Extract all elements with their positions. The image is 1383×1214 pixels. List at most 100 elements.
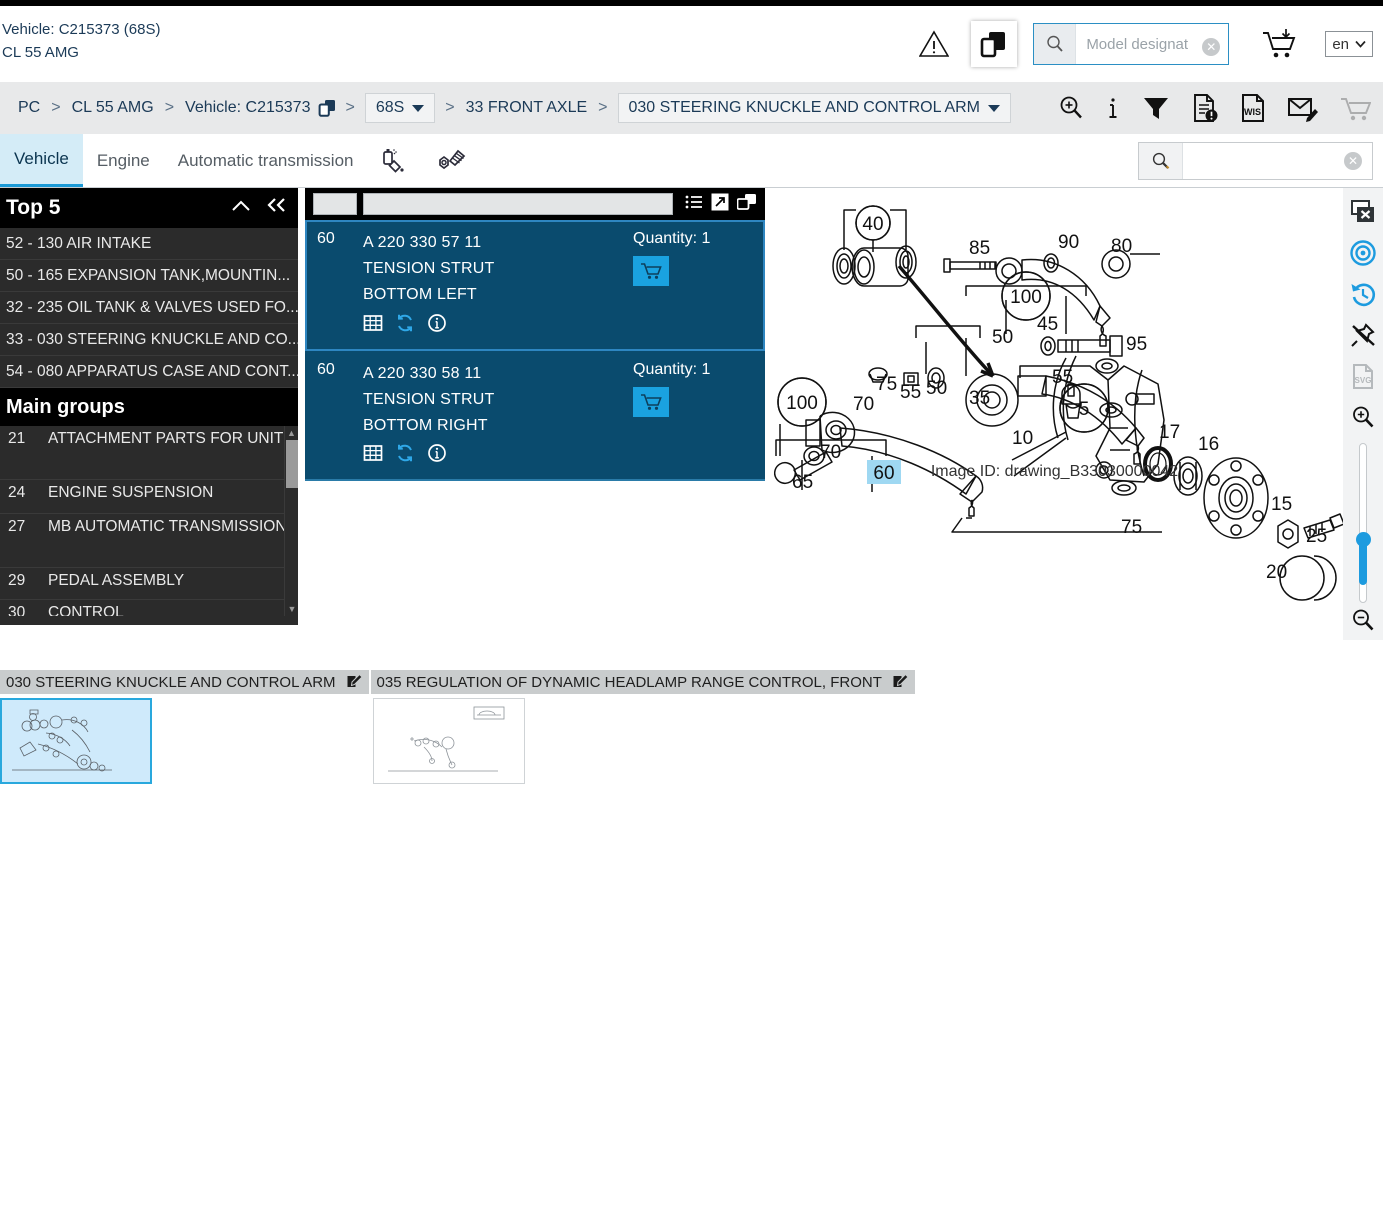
parts-search-field[interactable]: ✕ [1138, 141, 1373, 180]
tab-engine[interactable]: Engine [83, 134, 164, 187]
refresh-supersession-icon[interactable] [395, 313, 415, 337]
chevron-up-icon[interactable] [230, 196, 252, 220]
top5-item-1[interactable]: 52 - 130 AIR INTAKE [0, 228, 298, 260]
duplicate-window-icon[interactable] [736, 193, 757, 215]
shopping-cart-icon[interactable] [1339, 94, 1371, 122]
breadcrumb-dropdown-subgroup[interactable]: 030 STEERING KNUCKLE AND CONTROL ARM [617, 93, 1011, 123]
zoom-slider-handle[interactable] [1356, 532, 1371, 548]
unpin-icon[interactable] [1343, 315, 1383, 356]
callout-70-b: 70 [820, 442, 841, 463]
main-groups-scrollbar[interactable]: ▲ ▼ [284, 426, 298, 616]
breadcrumb-dropdown-model-code[interactable]: 68S [364, 93, 436, 123]
breadcrumb-separator: > [445, 99, 455, 116]
bolt-nut-icon[interactable] [422, 147, 480, 175]
document-alert-icon[interactable] [1191, 93, 1219, 123]
scroll-down-arrow-icon[interactable]: ▼ [285, 602, 298, 616]
vehicle-id-line: Vehicle: C215373 (68S) [2, 21, 161, 38]
refresh-supersession-icon[interactable] [395, 443, 415, 467]
top5-item-4[interactable]: 33 - 030 STEERING KNUCKLE AND CO... [0, 324, 298, 356]
target-focus-icon[interactable] [1343, 233, 1383, 274]
double-chevron-left-icon[interactable] [264, 196, 288, 220]
callout-85: 85 [969, 238, 990, 259]
thumbnail-caption[interactable]: 030 STEERING KNUCKLE AND CONTROL ARM [0, 670, 369, 694]
table-grid-icon[interactable] [363, 443, 383, 467]
zoom-slider[interactable] [1356, 443, 1371, 604]
model-search-input-wrapper[interactable]: Model designat ✕ [1076, 36, 1228, 56]
part-detail: BOTTOM LEFT [363, 285, 477, 303]
copy-icon[interactable] [318, 98, 338, 118]
main-group-item-30[interactable]: 30 CONTROL [0, 600, 298, 616]
edit-note-icon[interactable] [346, 672, 363, 693]
callout-55-mid: 55 [1052, 367, 1073, 388]
parts-list-row[interactable]: 60 A 220 330 58 11 TENSION STRUT BOTTOM … [305, 350, 765, 482]
parts-list-header [305, 188, 765, 220]
edit-note-icon[interactable] [892, 672, 909, 693]
callout-15: 15 [1271, 494, 1292, 515]
wis-document-icon[interactable]: WIS [1239, 93, 1267, 123]
breadcrumb-item-pc[interactable]: PC [14, 99, 44, 117]
technical-drawing[interactable]: 40 100 100 5 85 90 80 45 95 50 55 35 75 … [766, 188, 1343, 640]
top5-item-5[interactable]: 54 - 080 APPARATUS CASE AND CONT... [0, 356, 298, 388]
add-part-to-cart-button[interactable] [633, 386, 669, 417]
callout-5: 5 [1079, 399, 1090, 420]
callout-10: 10 [1012, 428, 1033, 449]
position-filter-input[interactable] [313, 193, 357, 215]
main-group-item-29[interactable]: 29 PEDAL ASSEMBLY [0, 568, 298, 600]
zoom-in-icon[interactable] [1343, 396, 1383, 437]
table-grid-icon[interactable] [363, 313, 383, 337]
zoom-in-search-icon[interactable] [1057, 94, 1085, 122]
main-group-item-21[interactable]: 21 ATTACHMENT PARTS FOR UNITS [0, 426, 298, 480]
list-view-icon[interactable] [685, 194, 703, 214]
zoom-out-icon[interactable] [1343, 599, 1383, 640]
callout-50-top: 50 [992, 327, 1013, 348]
parts-list-row[interactable]: 60 A 220 330 57 11 TENSION STRUT BOTTOM … [305, 220, 765, 351]
main-groups-header: Main groups [0, 388, 298, 426]
model-search-field[interactable]: Model designat ✕ [1033, 23, 1230, 65]
svg-text:WIS: WIS [1244, 107, 1261, 117]
thumbnail-item-035[interactable]: 035 REGULATION OF DYNAMIC HEADLAMP RANGE… [370, 670, 915, 784]
search-icon [1139, 142, 1183, 179]
expand-diagonal-icon[interactable] [711, 193, 729, 215]
callout-100-left: 100 [786, 393, 818, 414]
parts-search-input[interactable]: ✕ [1183, 143, 1372, 179]
add-to-cart-icon[interactable] [1257, 21, 1303, 67]
scrollbar-thumb[interactable] [286, 440, 298, 488]
filter-icon[interactable] [1141, 94, 1171, 122]
mail-edit-icon[interactable] [1287, 94, 1319, 122]
warning-triangle-icon[interactable] [911, 21, 957, 67]
description-filter-input[interactable] [363, 193, 673, 215]
info-circle-icon[interactable] [427, 313, 447, 337]
breadcrumb-item-model[interactable]: CL 55 AMG [68, 99, 158, 117]
info-circle-icon[interactable] [427, 443, 447, 467]
thumbnail-caption-label: 030 STEERING KNUCKLE AND CONTROL ARM [6, 673, 336, 691]
breadcrumb-item-group[interactable]: 33 FRONT AXLE [462, 99, 592, 117]
vehicle-info: Vehicle: C215373 (68S) CL 55 AMG [0, 6, 160, 65]
top5-item-2[interactable]: 50 - 165 EXPANSION TANK,MOUNTIN... [0, 260, 298, 292]
main-group-label: ENGINE SUSPENSION [48, 484, 214, 501]
tab-automatic-transmission[interactable]: Automatic transmission [164, 134, 368, 187]
tab-vehicle[interactable]: Vehicle [0, 134, 83, 187]
main-group-item-24[interactable]: 24 ENGINE SUSPENSION [0, 480, 298, 514]
copy-documents-icon[interactable] [971, 21, 1018, 67]
clear-search-icon[interactable]: ✕ [1344, 151, 1362, 170]
close-window-icon[interactable] [1343, 192, 1383, 233]
callout-25: 25 [1306, 526, 1327, 547]
thumbnail-image-035[interactable] [372, 698, 525, 784]
info-icon[interactable] [1105, 94, 1121, 122]
thumbnail-item-030[interactable]: 030 STEERING KNUCKLE AND CONTROL ARM [0, 670, 369, 784]
thumbnail-caption[interactable]: 035 REGULATION OF DYNAMIC HEADLAMP RANGE… [370, 670, 915, 694]
top5-item-3[interactable]: 32 - 235 OIL TANK & VALVES USED FO... [0, 292, 298, 324]
add-part-to-cart-button[interactable] [633, 256, 669, 286]
main-groups-list: 21 ATTACHMENT PARTS FOR UNITS 24 ENGINE … [0, 426, 298, 616]
chevron-down-icon [1355, 40, 1366, 48]
language-select[interactable]: en [1325, 31, 1373, 57]
history-reset-icon[interactable] [1343, 274, 1383, 315]
paint-spray-icon[interactable] [368, 147, 422, 175]
main-group-item-27[interactable]: 27 MB AUTOMATIC TRANSMISSION [0, 514, 298, 568]
thumbnail-image-030[interactable] [0, 698, 152, 784]
breadcrumb-item-vehicle[interactable]: Vehicle: C215373 [181, 99, 314, 117]
search-icon [1034, 24, 1077, 64]
breadcrumb-bar: PC > CL 55 AMG > Vehicle: C215373 > 68S … [0, 82, 1383, 134]
scroll-up-arrow-icon[interactable]: ▲ [285, 426, 298, 440]
clear-model-search-icon[interactable]: ✕ [1202, 37, 1221, 56]
